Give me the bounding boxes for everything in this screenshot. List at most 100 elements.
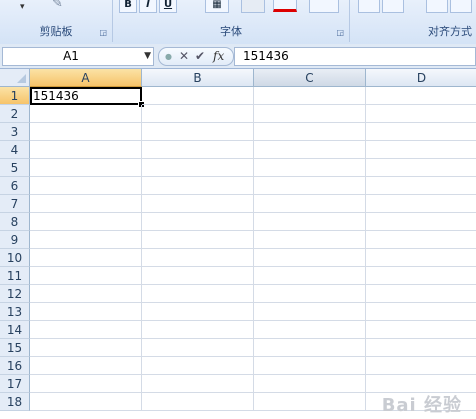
cancel-icon[interactable]: ✕ bbox=[179, 48, 189, 65]
cell-a9[interactable] bbox=[30, 231, 142, 249]
cell-d2[interactable] bbox=[366, 105, 476, 123]
row-header-13[interactable]: 13 bbox=[0, 303, 30, 321]
cell-a2[interactable] bbox=[30, 105, 142, 123]
cell-d16[interactable] bbox=[366, 357, 476, 375]
cell-b5[interactable] bbox=[142, 159, 254, 177]
column-header-a[interactable]: A bbox=[30, 69, 142, 87]
cell-c10[interactable] bbox=[254, 249, 366, 267]
cell-a3[interactable] bbox=[30, 123, 142, 141]
cell-c15[interactable] bbox=[254, 339, 366, 357]
cell-b18[interactable] bbox=[142, 393, 254, 411]
cell-c18[interactable] bbox=[254, 393, 366, 411]
select-all-corner[interactable] bbox=[0, 69, 30, 87]
cell-c16[interactable] bbox=[254, 357, 366, 375]
cell-c8[interactable] bbox=[254, 213, 366, 231]
cell-a18[interactable] bbox=[30, 393, 142, 411]
cell-d5[interactable] bbox=[366, 159, 476, 177]
cell-a8[interactable] bbox=[30, 213, 142, 231]
cell-a13[interactable] bbox=[30, 303, 142, 321]
cell-d6[interactable] bbox=[366, 177, 476, 195]
bold-button[interactable]: B bbox=[119, 0, 137, 13]
indent-button[interactable] bbox=[426, 0, 448, 13]
cell-a5[interactable] bbox=[30, 159, 142, 177]
font-color-button[interactable] bbox=[273, 0, 297, 12]
cell-d10[interactable] bbox=[366, 249, 476, 267]
cell-c3[interactable] bbox=[254, 123, 366, 141]
cell-b9[interactable] bbox=[142, 231, 254, 249]
row-header-18[interactable]: 18 bbox=[0, 393, 30, 411]
cell-d7[interactable] bbox=[366, 195, 476, 213]
row-header-5[interactable]: 5 bbox=[0, 159, 30, 177]
row-header-6[interactable]: 6 bbox=[0, 177, 30, 195]
row-header-2[interactable]: 2 bbox=[0, 105, 30, 123]
cell-a7[interactable] bbox=[30, 195, 142, 213]
cell-d3[interactable] bbox=[366, 123, 476, 141]
cell-c2[interactable] bbox=[254, 105, 366, 123]
cell-d9[interactable] bbox=[366, 231, 476, 249]
cell-b14[interactable] bbox=[142, 321, 254, 339]
cell-a1[interactable]: 151436 bbox=[30, 87, 142, 105]
align-center-button[interactable] bbox=[382, 0, 404, 13]
wrap-text-button[interactable] bbox=[450, 0, 472, 13]
cell-a14[interactable] bbox=[30, 321, 142, 339]
insert-function-icon[interactable]: fx bbox=[213, 48, 224, 65]
cell-c13[interactable] bbox=[254, 303, 366, 321]
cell-c11[interactable] bbox=[254, 267, 366, 285]
cell-b7[interactable] bbox=[142, 195, 254, 213]
row-header-4[interactable]: 4 bbox=[0, 141, 30, 159]
cell-b11[interactable] bbox=[142, 267, 254, 285]
row-header-7[interactable]: 7 bbox=[0, 195, 30, 213]
cell-d4[interactable] bbox=[366, 141, 476, 159]
cell-b15[interactable] bbox=[142, 339, 254, 357]
cell-c4[interactable] bbox=[254, 141, 366, 159]
cell-b4[interactable] bbox=[142, 141, 254, 159]
cell-d15[interactable] bbox=[366, 339, 476, 357]
cell-c12[interactable] bbox=[254, 285, 366, 303]
cell-d14[interactable] bbox=[366, 321, 476, 339]
row-header-17[interactable]: 17 bbox=[0, 375, 30, 393]
row-header-16[interactable]: 16 bbox=[0, 357, 30, 375]
row-header-1[interactable]: 1 bbox=[0, 87, 30, 105]
cell-a17[interactable] bbox=[30, 375, 142, 393]
cell-b17[interactable] bbox=[142, 375, 254, 393]
cell-d13[interactable] bbox=[366, 303, 476, 321]
cell-c17[interactable] bbox=[254, 375, 366, 393]
cell-a15[interactable] bbox=[30, 339, 142, 357]
cell-a10[interactable] bbox=[30, 249, 142, 267]
column-header-c[interactable]: C bbox=[254, 69, 366, 87]
cell-b10[interactable] bbox=[142, 249, 254, 267]
paste-dropdown-icon[interactable]: ▾ bbox=[20, 2, 25, 12]
formula-input[interactable]: 151436 bbox=[234, 47, 476, 66]
row-header-14[interactable]: 14 bbox=[0, 321, 30, 339]
chevron-down-icon[interactable]: ▼ bbox=[144, 48, 151, 65]
cell-b6[interactable] bbox=[142, 177, 254, 195]
cell-b16[interactable] bbox=[142, 357, 254, 375]
row-header-15[interactable]: 15 bbox=[0, 339, 30, 357]
name-box[interactable]: A1 ▼ bbox=[2, 47, 154, 66]
row-header-8[interactable]: 8 bbox=[0, 213, 30, 231]
cell-c9[interactable] bbox=[254, 231, 366, 249]
row-header-3[interactable]: 3 bbox=[0, 123, 30, 141]
cell-b8[interactable] bbox=[142, 213, 254, 231]
dialog-launcher-icon[interactable]: ◲ bbox=[336, 28, 344, 37]
row-header-10[interactable]: 10 bbox=[0, 249, 30, 267]
enter-icon[interactable]: ✔ bbox=[195, 48, 205, 65]
row-header-9[interactable]: 9 bbox=[0, 231, 30, 249]
cell-b1[interactable] bbox=[142, 87, 254, 105]
cell-b12[interactable] bbox=[142, 285, 254, 303]
cell-a11[interactable] bbox=[30, 267, 142, 285]
phonetic-button[interactable] bbox=[309, 0, 339, 13]
row-header-12[interactable]: 12 bbox=[0, 285, 30, 303]
cell-c6[interactable] bbox=[254, 177, 366, 195]
cell-c1[interactable] bbox=[254, 87, 366, 105]
cell-c14[interactable] bbox=[254, 321, 366, 339]
cell-a12[interactable] bbox=[30, 285, 142, 303]
cell-b13[interactable] bbox=[142, 303, 254, 321]
align-left-button[interactable] bbox=[358, 0, 380, 13]
cell-d11[interactable] bbox=[366, 267, 476, 285]
cell-c7[interactable] bbox=[254, 195, 366, 213]
cell-d12[interactable] bbox=[366, 285, 476, 303]
borders-button[interactable]: ▦ bbox=[205, 0, 229, 13]
row-header-11[interactable]: 11 bbox=[0, 267, 30, 285]
cell-b2[interactable] bbox=[142, 105, 254, 123]
